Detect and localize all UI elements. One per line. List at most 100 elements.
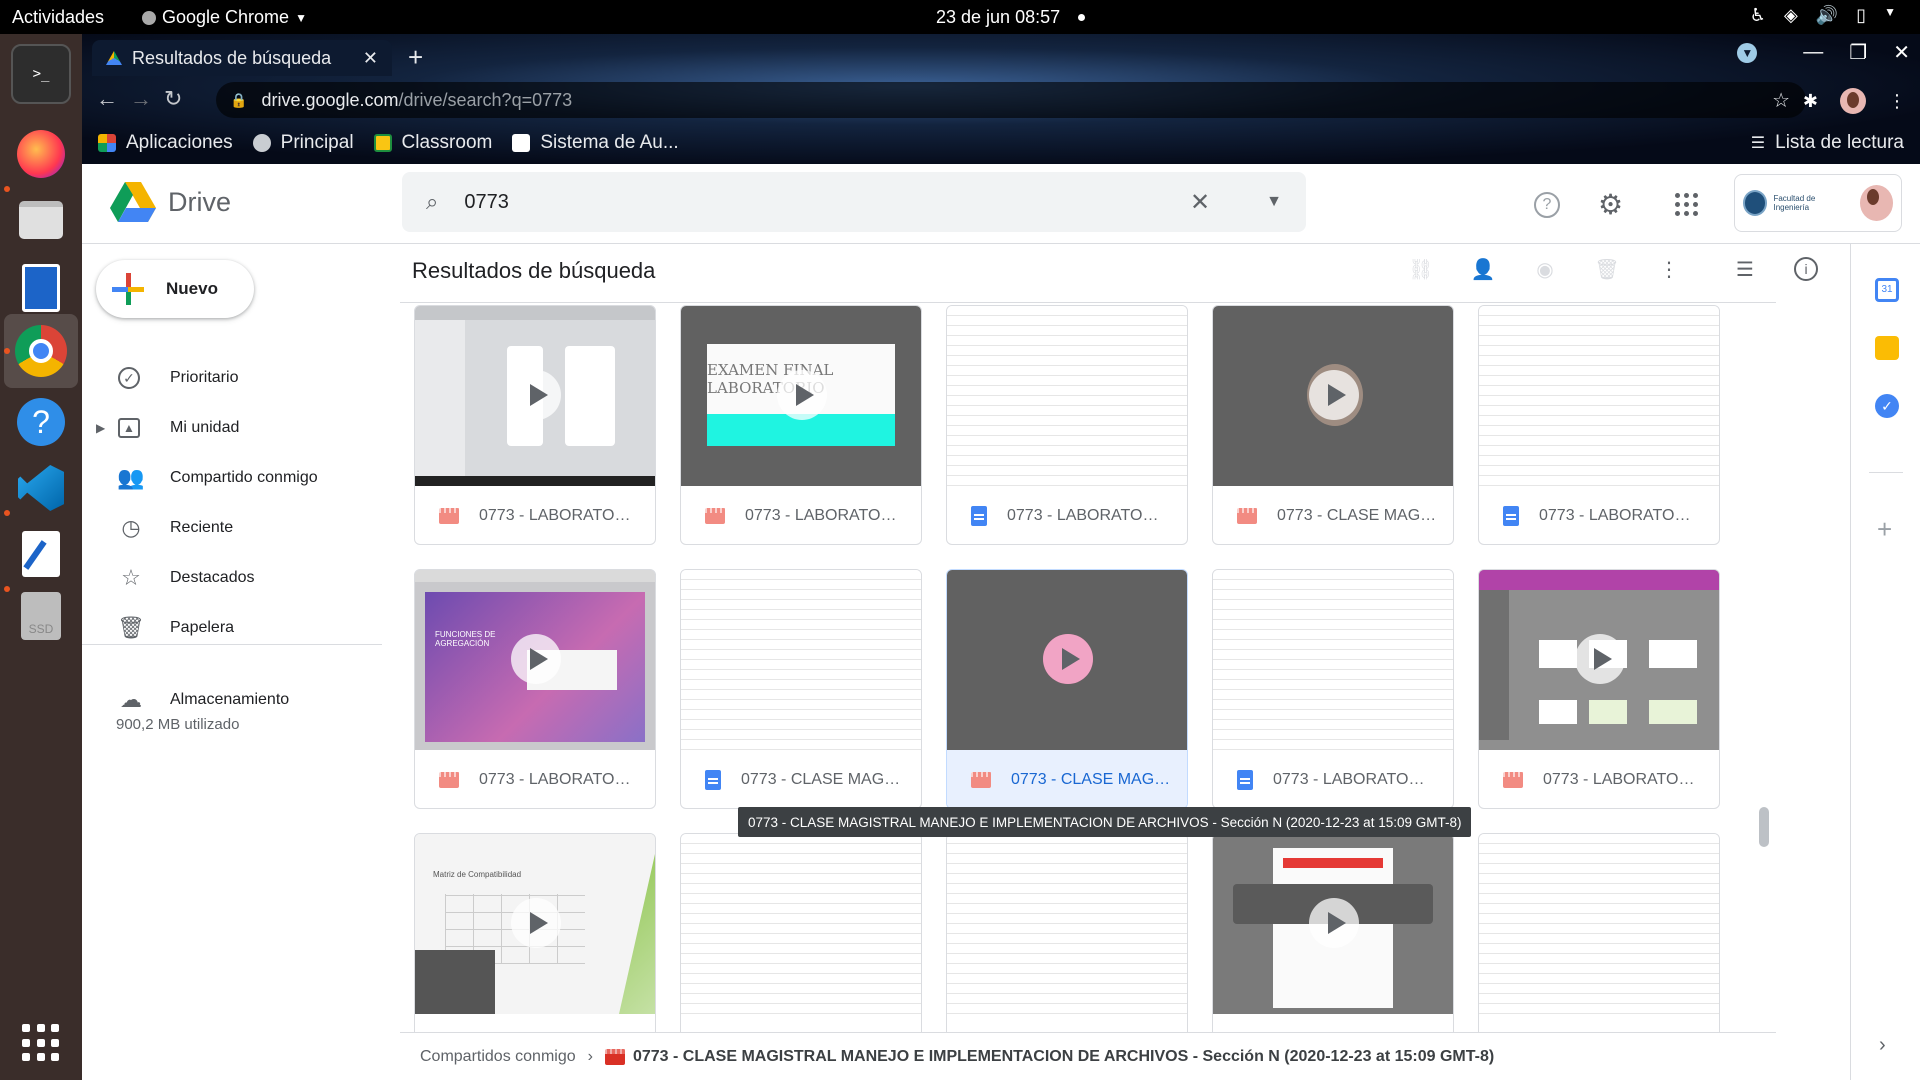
nav-prioritario[interactable]: ✓ Prioritario	[82, 358, 382, 398]
new-tab-icon[interactable]: +	[408, 42, 423, 73]
more-actions-icon[interactable]: ⋮	[1656, 256, 1682, 282]
add-addon-icon[interactable]: +	[1877, 514, 1892, 545]
account-switcher[interactable]: Facultad de Ingeniería	[1734, 174, 1902, 232]
profile-avatar[interactable]	[1840, 88, 1866, 114]
file-card[interactable]: 0773 - LABORATORIO	[1212, 569, 1454, 809]
extensions-icon[interactable]: ✱	[1803, 91, 1818, 112]
writer-icon[interactable]	[11, 258, 71, 318]
app-menu-label: Google Chrome	[162, 7, 290, 27]
files-icon[interactable]	[11, 190, 71, 250]
file-name: 0773 - LABORATORIO	[1007, 507, 1167, 524]
close-tab-icon[interactable]: ✕	[363, 48, 378, 69]
file-card[interactable]	[946, 833, 1188, 1033]
preview-eye-icon[interactable]: ◉	[1532, 256, 1558, 282]
bookmark-principal[interactable]: Principal	[252, 132, 354, 154]
minimize-icon[interactable]: —	[1803, 41, 1823, 64]
chrome-window-frame: Resultados de búsqueda ✕ + ▼ — ❐ ✕ ← → ↻…	[82, 34, 1920, 164]
search-input[interactable]: 0773	[464, 191, 509, 214]
close-window-icon[interactable]: ✕	[1893, 40, 1910, 65]
bookmark-star-icon[interactable]: ☆	[1772, 88, 1790, 113]
bookmark-sistema[interactable]: Sistema de Au...	[512, 132, 679, 154]
expand-caret-icon[interactable]: ▶	[96, 421, 105, 435]
system-menu-chevron-icon[interactable]: ▼	[1884, 5, 1896, 26]
scrollbar-thumb[interactable]	[1759, 807, 1769, 847]
keep-icon[interactable]	[1875, 336, 1899, 360]
chrome-menu-icon[interactable]: ⋮	[1888, 91, 1906, 112]
video-file-icon	[439, 508, 459, 524]
terminal-icon[interactable]: >_	[11, 44, 71, 104]
nav-mi-unidad[interactable]: ▶ ▲ Mi unidad	[82, 408, 382, 448]
nav-almacenamiento[interactable]: ☁ Almacenamiento	[82, 680, 382, 720]
browser-tab[interactable]: Resultados de búsqueda ✕	[92, 40, 392, 76]
file-card[interactable]: 0773 - CLASE MAGISTRAL	[1212, 305, 1454, 545]
share-icon[interactable]: 👤	[1470, 256, 1496, 282]
forward-icon[interactable]: →	[130, 86, 152, 112]
ssd-drive-icon[interactable]: SSD	[11, 586, 71, 646]
app-menu[interactable]: Google Chrome ▼	[142, 7, 307, 28]
account-avatar[interactable]	[1859, 185, 1893, 221]
nav-compartido[interactable]: 👥 Compartido conmigo	[82, 458, 382, 498]
text-editor-icon[interactable]	[11, 524, 71, 584]
maximize-icon[interactable]: ❐	[1849, 40, 1867, 65]
clock[interactable]: 23 de jun 08:57	[936, 7, 1060, 28]
search-options-icon[interactable]: ▼	[1266, 193, 1282, 211]
nav-reciente[interactable]: ◷ Reciente	[82, 508, 382, 548]
firefox-icon[interactable]	[11, 124, 71, 184]
nav-papelera[interactable]: 🗑 Papelera	[82, 608, 382, 648]
video-file-icon	[439, 772, 459, 788]
bookmark-apps[interactable]: Aplicaciones	[98, 132, 233, 154]
file-card[interactable]: EXAMEN FINAL LABORATORIO 0773 - LABORATO…	[680, 305, 922, 545]
help-icon[interactable]: ?	[1534, 191, 1560, 218]
reload-icon[interactable]: ↻	[164, 86, 182, 112]
network-icon[interactable]: ◈	[1784, 5, 1798, 26]
search-icon[interactable]: ⌕	[426, 189, 438, 215]
system-tray[interactable]: ♿ ◈ 🔊 ▯ ▼	[1750, 5, 1896, 26]
apps-launcher-icon[interactable]	[1675, 193, 1699, 216]
help-icon[interactable]: ?	[11, 392, 71, 452]
chrome-icon[interactable]	[4, 314, 78, 388]
bookmark-classroom[interactable]: Classroom	[373, 132, 492, 154]
battery-icon[interactable]: ▯	[1856, 5, 1866, 26]
file-name-tooltip: 0773 - CLASE MAGISTRAL MANEJO E IMPLEMEN…	[738, 807, 1472, 837]
tab-search-icon[interactable]: ▼	[1737, 42, 1758, 63]
calendar-icon[interactable]: 31	[1875, 278, 1899, 302]
accessibility-icon[interactable]: ♿	[1750, 5, 1766, 26]
details-info-icon[interactable]: i	[1794, 257, 1818, 281]
file-card[interactable]: 0773 - LABORATORIO	[1478, 569, 1720, 809]
activities-button[interactable]: Actividades	[12, 7, 104, 28]
back-icon[interactable]: ←	[96, 86, 118, 112]
get-link-icon[interactable]: ⛓	[1408, 256, 1434, 282]
lock-icon[interactable]: 🔒	[230, 92, 247, 109]
file-card[interactable]	[1212, 833, 1454, 1033]
search-bar[interactable]: ⌕ 0773 ✕ ▼	[402, 172, 1306, 232]
list-view-icon[interactable]: ☰	[1732, 256, 1758, 282]
notification-dot	[1078, 14, 1085, 21]
new-button[interactable]: Nuevo	[96, 260, 254, 318]
file-card[interactable]: FUNCIONES DE AGREGACIÓN 0773 - LABORATOR…	[414, 569, 656, 809]
address-bar[interactable]: 🔒 drive.google.com/drive/search?q=0773 ☆	[216, 82, 1806, 118]
file-card-selected[interactable]: 0773 - CLASE MAGISTRAL	[946, 569, 1188, 809]
expand-panel-icon[interactable]: ›	[1879, 1034, 1886, 1057]
file-card[interactable]: Matriz de Compatibilidad	[414, 833, 656, 1033]
document-file-icon	[1503, 506, 1519, 526]
file-card[interactable]: 0773 - CLASE MAGISTRAL	[680, 569, 922, 809]
show-apps-icon[interactable]	[22, 1024, 60, 1062]
file-card[interactable]	[680, 833, 922, 1033]
file-card[interactable]: 0773 - LABORATORIO	[946, 305, 1188, 545]
delete-icon[interactable]: 🗑	[1594, 256, 1620, 282]
breadcrumb-file[interactable]: 0773 - CLASE MAGISTRAL MANEJO E IMPLEMEN…	[604, 1048, 1494, 1066]
drive-logo[interactable]: Drive	[110, 182, 231, 222]
file-card[interactable]: 0773 - LABORATORIO	[414, 305, 656, 545]
breadcrumb-root[interactable]: Compartidos conmigo	[420, 1048, 576, 1066]
grid-scrollbar[interactable]	[1758, 303, 1770, 1033]
clear-search-icon[interactable]: ✕	[1190, 188, 1210, 217]
reading-list[interactable]: ☰ Lista de lectura	[1751, 132, 1904, 154]
file-card[interactable]	[1478, 833, 1720, 1033]
settings-gear-icon[interactable]: ⚙	[1598, 188, 1623, 221]
vscode-icon[interactable]	[11, 458, 71, 518]
file-card[interactable]: 0773 - LABORATORIO	[1478, 305, 1720, 545]
nav-destacados[interactable]: ☆ Destacados	[82, 558, 382, 598]
tasks-icon[interactable]: ✓	[1875, 394, 1899, 418]
volume-icon[interactable]: 🔊	[1816, 5, 1838, 26]
bookmark-label: Aplicaciones	[126, 132, 233, 153]
